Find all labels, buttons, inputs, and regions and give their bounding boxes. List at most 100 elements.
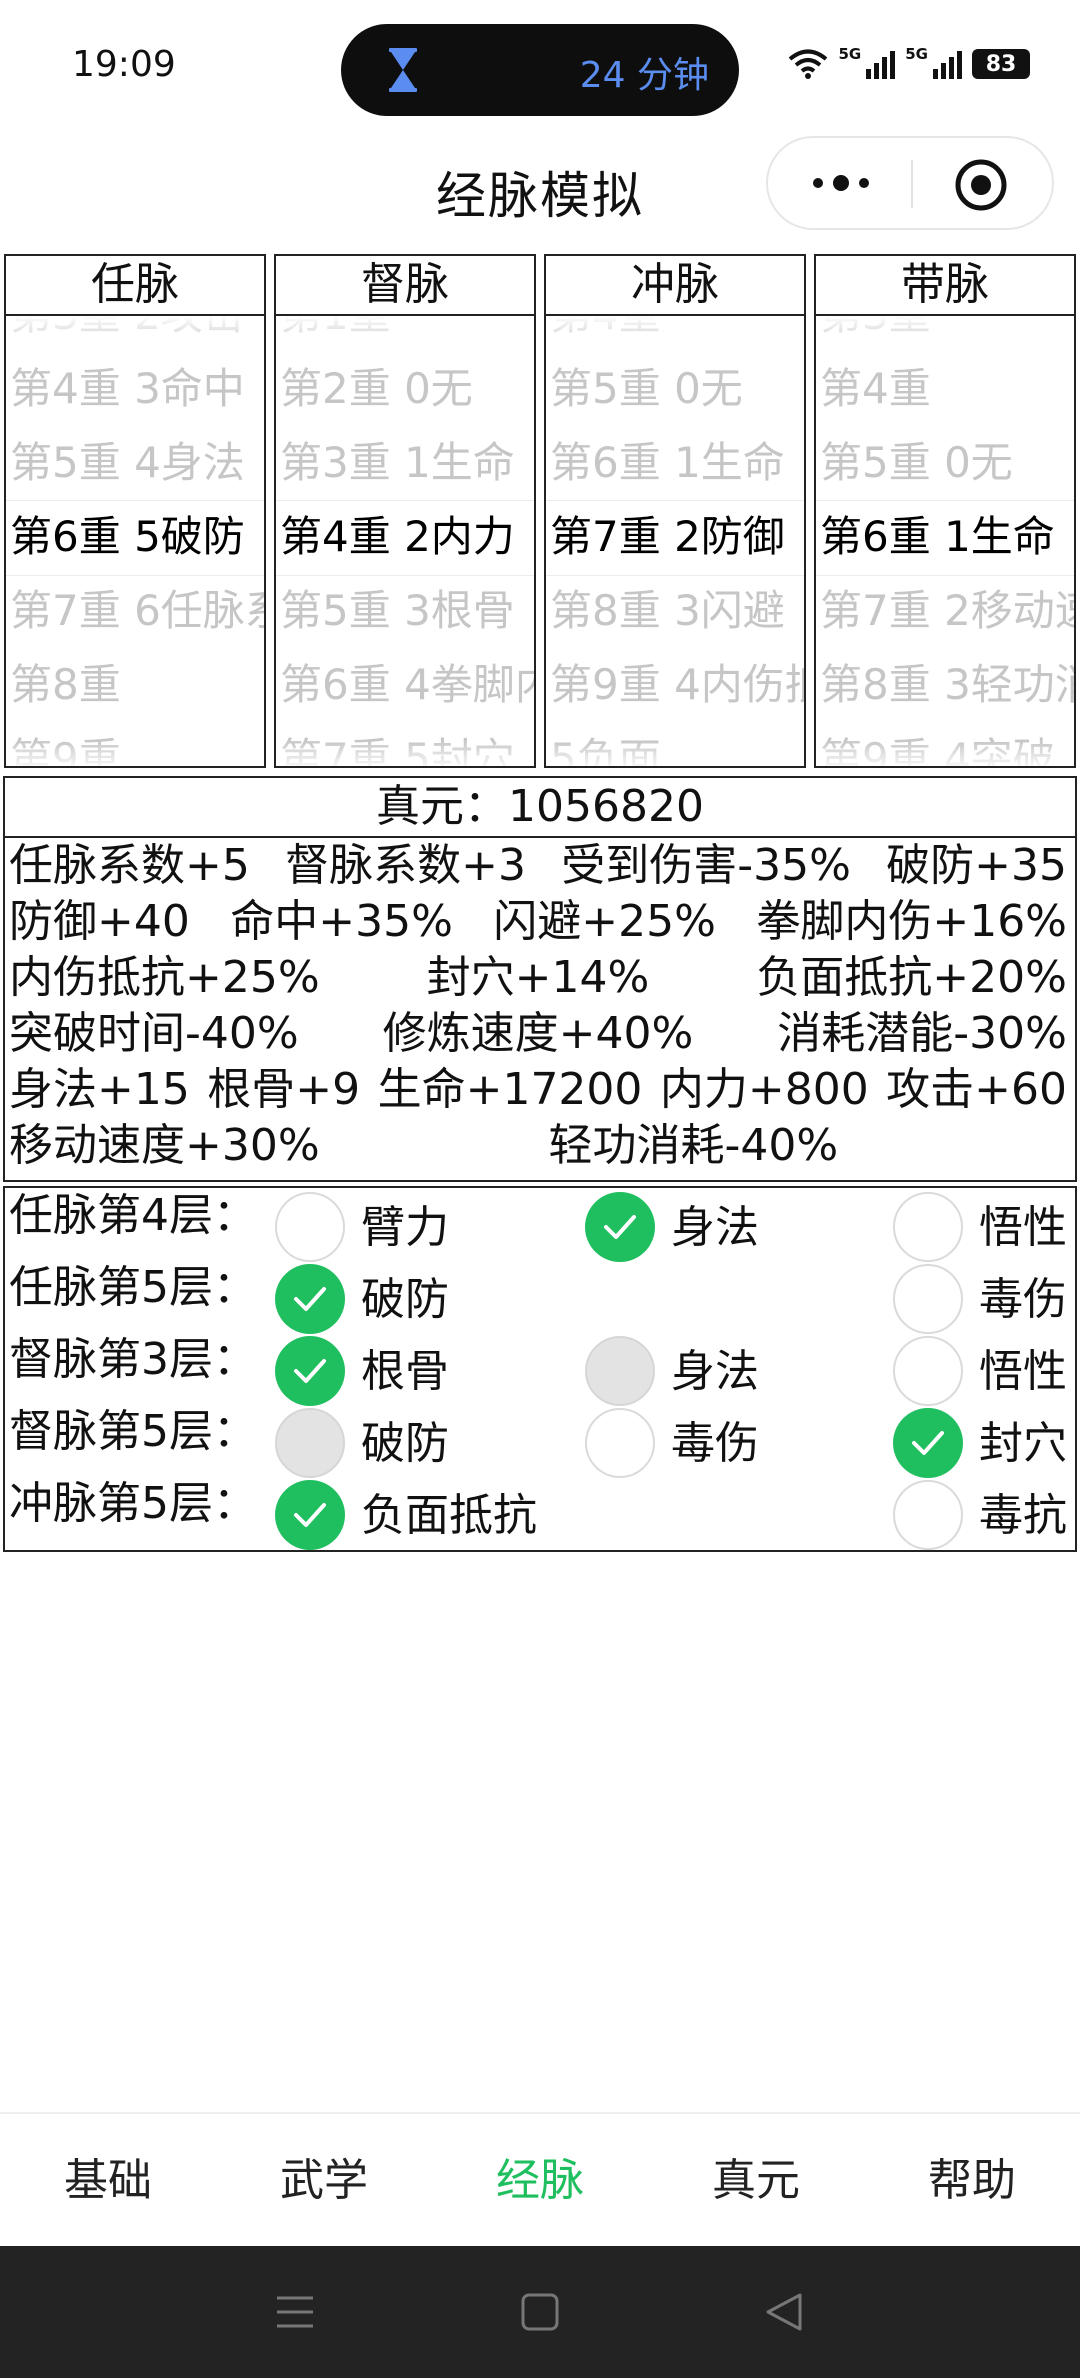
radio-label: 负面抵抗 — [361, 1490, 537, 1541]
radio-label: 悟性 — [979, 1202, 1067, 1253]
picker-option[interactable]: 第5重 4身法 — [10, 426, 264, 500]
picker-option[interactable]: 第7重 6任脉系数 — [10, 574, 264, 648]
radio-checked-icon[interactable] — [275, 1480, 345, 1550]
picker-option[interactable]: 第7重 2移动速度 — [820, 574, 1074, 648]
radio-label: 身法 — [671, 1202, 759, 1253]
picker-fade — [546, 316, 804, 346]
picker-column[interactable]: 带脉第3重第4重第5重 0无第6重 1生命第7重 2移动速度第8重 3轻功消耗第… — [814, 254, 1076, 768]
tab-item[interactable]: 真元 — [648, 2114, 864, 2248]
radio-checked-icon[interactable] — [893, 1408, 963, 1478]
picker-option-selected[interactable]: 第6重 1生命 — [820, 500, 1074, 574]
radio-circle-icon[interactable] — [893, 1192, 963, 1262]
radio-circle-icon[interactable] — [893, 1336, 963, 1406]
radio-checked-icon[interactable] — [275, 1336, 345, 1406]
stat-item: 消耗潜能-30% — [777, 1008, 1067, 1059]
picker-column-title: 任脉 — [6, 256, 264, 316]
layer-label: 冲脉第5层： — [9, 1478, 257, 1529]
picker-option[interactable]: 第4重 3命中 — [10, 352, 264, 426]
back-icon[interactable] — [762, 2290, 806, 2334]
picker-wheel[interactable]: 第3重第4重第5重 0无第6重 1生命第7重 2移动速度第8重 3轻功消耗第9重… — [816, 316, 1074, 766]
picker-option-selected[interactable]: 第7重 2防御 — [550, 500, 804, 574]
picker-wheel[interactable]: 第3重 2攻击第4重 3命中第5重 4身法第6重 5破防第7重 6任脉系数第8重… — [6, 316, 264, 766]
home-icon[interactable] — [518, 2290, 562, 2334]
layer-option-row: 督脉第5层： 破防 毒伤 封穴 — [5, 1402, 1075, 1478]
stat-item: 负面抵抗+20% — [756, 952, 1067, 1003]
layer-label: 督脉第5层： — [9, 1406, 257, 1457]
more-icon[interactable] — [810, 168, 872, 198]
picker-option[interactable]: 第5重 3根骨 — [280, 574, 534, 648]
radio-circle-icon — [585, 1336, 655, 1406]
picker-column-title: 督脉 — [276, 256, 534, 316]
zhenyuan-total: 真元：1056820 — [5, 778, 1075, 838]
tab-item[interactable]: 武学 — [216, 2114, 432, 2248]
picker-column[interactable]: 任脉第3重 2攻击第4重 3命中第5重 4身法第6重 5破防第7重 6任脉系数第… — [4, 254, 266, 768]
picker-option[interactable]: 第6重 1生命 — [550, 426, 804, 500]
picker-column-title: 带脉 — [816, 256, 1074, 316]
radio-checked-icon[interactable] — [275, 1264, 345, 1334]
picker-option[interactable]: 第2重 0无 — [280, 352, 534, 426]
timer-pill[interactable]: 24 分钟 — [341, 24, 739, 116]
radio-circle-icon[interactable] — [275, 1192, 345, 1262]
picker-option[interactable]: 第8重 — [10, 648, 264, 722]
tab-item[interactable]: 基础 — [0, 2114, 216, 2248]
picker-wheel[interactable]: 第4重第5重 0无第6重 1生命第7重 2防御第8重 3闪避第9重 4内伤抵抗5… — [546, 316, 804, 766]
picker-option[interactable]: 第5重 0无 — [550, 352, 804, 426]
picker-fade — [816, 316, 1074, 346]
layer-label: 任脉第4层： — [9, 1190, 257, 1241]
radio-circle-icon[interactable] — [893, 1480, 963, 1550]
radio-label: 臂力 — [361, 1202, 449, 1253]
picker-fade — [546, 740, 804, 766]
picker-option[interactable]: 第6重 4拳脚内伤 — [280, 648, 534, 722]
picker-option[interactable]: 第8重 3闪避 — [550, 574, 804, 648]
picker-wheel[interactable]: 第1重第2重 0无第3重 1生命第4重 2内力第5重 3根骨第6重 4拳脚内伤第… — [276, 316, 534, 766]
layer-label: 任脉第5层： — [9, 1262, 257, 1313]
picker-option[interactable]: 第4重 — [820, 352, 1074, 426]
battery-icon: 83 — [972, 49, 1030, 79]
picker-option[interactable]: 第5重 0无 — [820, 426, 1074, 500]
system-nav-bar — [0, 2246, 1080, 2378]
stat-item: 任脉系数+5 — [9, 840, 250, 891]
picker-option-selected[interactable]: 第4重 2内力 — [280, 500, 534, 574]
radio-checked-icon[interactable] — [585, 1192, 655, 1262]
hourglass-icon — [389, 48, 417, 92]
signal-icon — [866, 51, 896, 79]
radio-label: 毒伤 — [979, 1274, 1067, 1325]
radio-circle-icon[interactable] — [585, 1408, 655, 1478]
stat-item: 根骨+9 — [207, 1064, 361, 1115]
status-time: 19:09 — [72, 44, 176, 85]
stat-item: 攻击+60 — [886, 1064, 1067, 1115]
picker-option[interactable]: 第8重 3轻功消耗 — [820, 648, 1074, 722]
radio-label: 毒伤 — [671, 1418, 759, 1469]
picker-column[interactable]: 督脉第1重第2重 0无第3重 1生命第4重 2内力第5重 3根骨第6重 4拳脚内… — [274, 254, 536, 768]
network-label: 5G — [838, 45, 862, 63]
stat-line: 防御+40 命中+35% 闪避+25% 拳脚内伤+16% — [5, 894, 1075, 950]
radio-circle-icon[interactable] — [893, 1264, 963, 1334]
layer-option-row: 任脉第5层： 破防 毒伤 — [5, 1258, 1075, 1334]
picker-fade — [816, 740, 1074, 766]
radio-label: 破防 — [361, 1274, 449, 1325]
tab-bar: 基础 武学 经脉 真元 帮助 — [0, 2112, 1080, 2248]
picker-column[interactable]: 冲脉第4重第5重 0无第6重 1生命第7重 2防御第8重 3闪避第9重 4内伤抵… — [544, 254, 806, 768]
stat-item: 受到伤害-35% — [561, 840, 851, 891]
picker-option-selected[interactable]: 第6重 5破防 — [10, 500, 264, 574]
picker-fade — [6, 316, 264, 346]
close-target-icon[interactable] — [954, 158, 1008, 212]
tab-item[interactable]: 帮助 — [864, 2114, 1080, 2248]
stat-item: 内力+800 — [659, 1064, 869, 1115]
signal-icon — [933, 51, 962, 79]
radio-label: 封穴 — [979, 1418, 1067, 1469]
stat-lines: 任脉系数+5 督脉系数+3 受到伤害-35% 破防+35 防御+40 命中+35% 闪避+2… — [5, 838, 1075, 1174]
radio-label: 破防 — [361, 1418, 449, 1469]
menu-icon[interactable] — [273, 2290, 317, 2334]
stat-line: 突破时间-40% 修炼速度+40% 消耗潜能-30% — [5, 1006, 1075, 1062]
picker-option[interactable]: 第9重 4内伤抵抗 — [550, 648, 804, 722]
tab-item[interactable]: 经脉 — [432, 2114, 648, 2248]
layer-option-row: 任脉第4层： 臂力 身法 悟性 — [5, 1186, 1075, 1262]
radio-label: 悟性 — [979, 1346, 1067, 1397]
radio-label: 身法 — [671, 1346, 759, 1397]
layer-options: 任脉第4层： 臂力 身法 悟性 任脉第5层： 破防 毒伤 督脉第3层： 根骨 身法 悟性 督脉第5层：… — [3, 1186, 1077, 1552]
radio-label: 毒抗 — [979, 1490, 1067, 1541]
stat-item: 生命+17200 — [377, 1064, 643, 1115]
picker-option[interactable]: 第3重 1生命 — [280, 426, 534, 500]
stat-item: 破防+35 — [886, 840, 1067, 891]
